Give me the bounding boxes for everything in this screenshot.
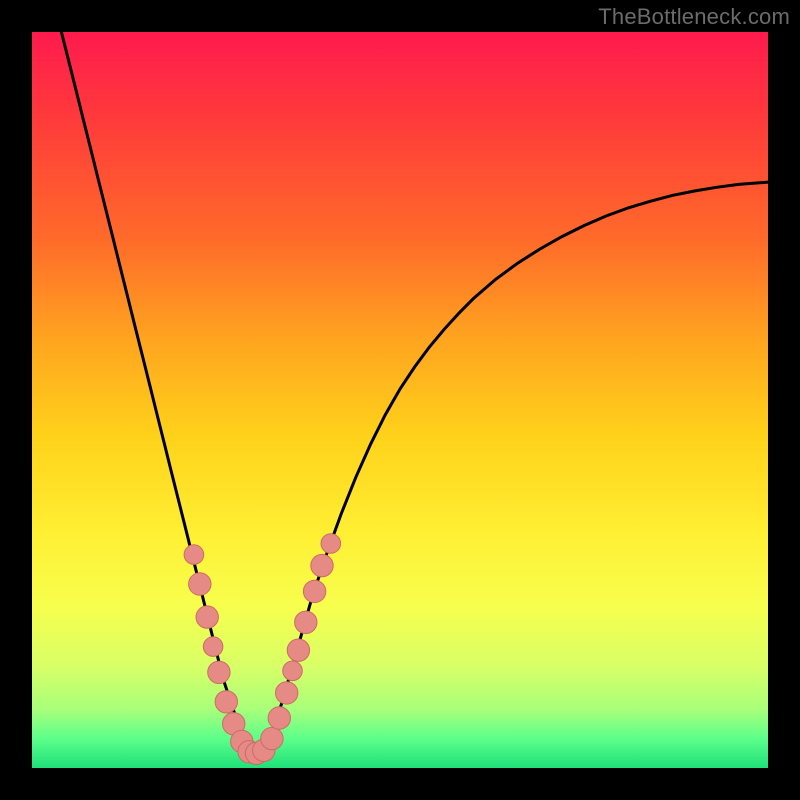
curve-marker [189, 573, 211, 595]
curve-marker [196, 606, 218, 628]
curve-marker [215, 691, 237, 713]
curve-marker [311, 554, 333, 576]
curve-marker [261, 727, 283, 749]
bottleneck-curve [61, 32, 768, 753]
curve-marker [287, 639, 309, 661]
curve-marker [268, 707, 290, 729]
watermark-text: TheBottleneck.com [598, 4, 790, 30]
curve-marker [203, 637, 223, 657]
curve-marker [208, 661, 230, 683]
curve-markers [184, 534, 341, 765]
curve-marker [321, 534, 341, 554]
curve-marker [303, 580, 325, 602]
curve-marker [276, 682, 298, 704]
curve-svg [32, 32, 768, 768]
outer-frame: TheBottleneck.com [0, 0, 800, 800]
curve-marker [295, 611, 317, 633]
curve-marker [184, 545, 204, 565]
curve-marker [283, 661, 303, 681]
plot-area [32, 32, 768, 768]
